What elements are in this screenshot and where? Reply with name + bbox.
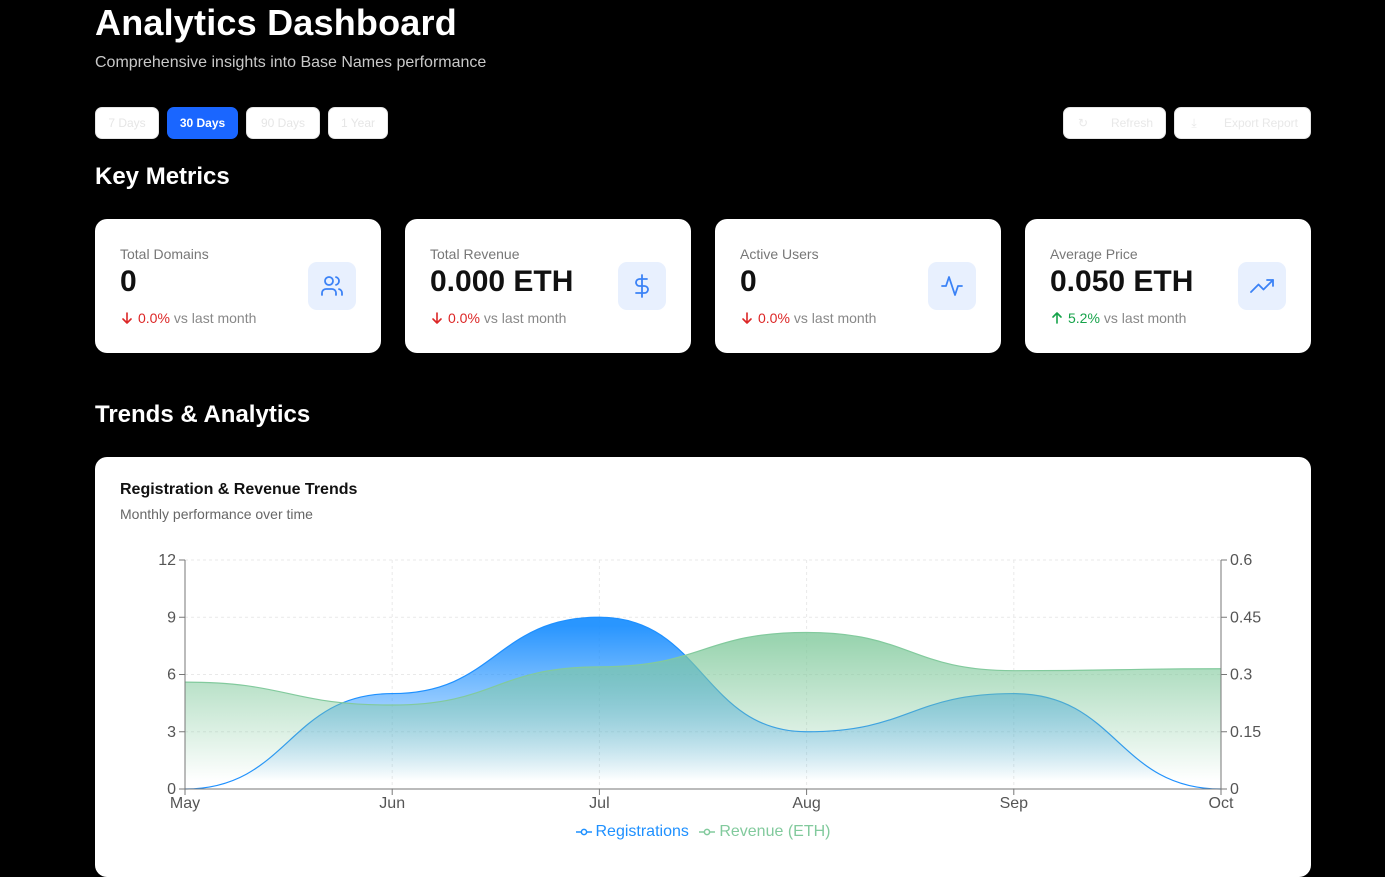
metric-change-suffix: vs last month	[173, 310, 257, 326]
metric-cards: Total Domains 0 0.0% vs last month Total…	[95, 219, 1311, 353]
x-tick-label: Sep	[1000, 795, 1029, 812]
x-tick-label: Jul	[589, 795, 609, 812]
metric-change-value: 0.0%	[138, 310, 170, 326]
legend-label-revenue: Revenue (ETH)	[719, 823, 831, 840]
page-title: Analytics Dashboard	[95, 2, 457, 43]
legend-marker-revenue	[699, 828, 716, 836]
metric-value: 0.050 ETH	[1050, 265, 1194, 298]
range-1-year-button[interactable]: 1 Year	[328, 107, 388, 139]
time-range-selector: 7 Days 30 Days 90 Days 1 Year	[95, 107, 388, 139]
trends-chart: 03691200.150.30.450.6May Jun Jul Aug Sep Oct	[158, 552, 1261, 812]
header-actions: ↻ Refresh ⤓ Export Report	[1063, 107, 1311, 139]
export-report-button[interactable]: ⤓ Export Report	[1174, 107, 1311, 139]
legend-item-revenue[interactable]: Revenue (ETH)	[699, 823, 830, 841]
y-left-tick-label: 12	[158, 552, 176, 569]
y-right-tick-label: 0.6	[1230, 552, 1252, 569]
key-metrics-heading: Key Metrics	[95, 163, 230, 190]
chart-legend: Registrations Revenue (ETH)	[95, 823, 1311, 842]
metric-change: 0.0% vs last month	[740, 310, 876, 326]
x-tick-label: Aug	[792, 795, 820, 812]
metric-change-value: 5.2%	[1068, 310, 1100, 326]
arrow-down-icon	[432, 312, 442, 324]
arrow-up-icon	[1052, 312, 1062, 324]
users-icon	[308, 262, 356, 310]
legend-marker-registrations	[575, 828, 592, 836]
x-tick-label: May	[170, 795, 200, 812]
metric-change-value: 0.0%	[448, 310, 480, 326]
range-7-days-button[interactable]: 7 Days	[95, 107, 159, 139]
metric-change-suffix: vs last month	[483, 310, 567, 326]
metric-change-suffix: vs last month	[1103, 310, 1187, 326]
trends-heading: Trends & Analytics	[95, 401, 311, 428]
revenue-area	[185, 632, 1221, 789]
metric-change-suffix: vs last month	[793, 310, 877, 326]
y-right-tick-label: 0.45	[1230, 609, 1261, 626]
metric-label: Total Domains	[120, 246, 209, 262]
x-tick-label: Oct	[1209, 795, 1234, 812]
metric-change-value: 0.0%	[758, 310, 790, 326]
trending-up-icon	[1238, 262, 1286, 310]
legend-label-registrations: Registrations	[595, 823, 689, 840]
refresh-icon: ↻	[1077, 116, 1089, 130]
refresh-label: Refresh	[1110, 116, 1153, 130]
metric-value: 0	[740, 265, 757, 298]
y-left-tick-label: 9	[167, 609, 176, 626]
y-left-tick-label: 3	[167, 724, 176, 741]
metric-label: Average Price	[1050, 246, 1138, 262]
y-left-tick-label: 6	[167, 667, 176, 684]
metric-label: Active Users	[740, 246, 819, 262]
y-right-tick-label: 0.3	[1230, 667, 1252, 684]
metric-card-average-price: Average Price 0.050 ETH 5.2% vs last mon…	[1025, 219, 1311, 353]
metric-change: 5.2% vs last month	[1050, 310, 1186, 326]
export-label: Export Report	[1223, 116, 1298, 130]
metric-value: 0	[120, 265, 137, 298]
y-right-tick-label: 0.15	[1230, 724, 1261, 741]
metric-label: Total Revenue	[430, 246, 520, 262]
dollar-icon	[618, 262, 666, 310]
metric-change: 0.0% vs last month	[430, 310, 566, 326]
metric-card-total-domains: Total Domains 0 0.0% vs last month	[95, 219, 381, 353]
page-subtitle: Comprehensive insights into Base Names p…	[95, 54, 487, 71]
range-90-days-button[interactable]: 90 Days	[246, 107, 320, 139]
x-tick-label: Jun	[379, 795, 405, 812]
download-icon: ⤓	[1191, 115, 1197, 130]
activity-icon	[928, 262, 976, 310]
metric-value: 0.000 ETH	[430, 265, 574, 298]
arrow-down-icon	[122, 312, 132, 324]
metric-card-total-revenue: Total Revenue 0.000 ETH 0.0% vs last mon…	[405, 219, 691, 353]
range-30-days-button[interactable]: 30 Days	[167, 107, 238, 139]
arrow-down-icon	[742, 312, 752, 324]
metric-change: 0.0% vs last month	[120, 310, 256, 326]
registration-revenue-chart-card: Registration & Revenue Trends Monthly pe…	[95, 457, 1311, 877]
refresh-button[interactable]: ↻ Refresh	[1063, 107, 1166, 139]
metric-card-active-users: Active Users 0 0.0% vs last month	[715, 219, 1001, 353]
legend-item-registrations[interactable]: Registrations	[575, 823, 689, 841]
